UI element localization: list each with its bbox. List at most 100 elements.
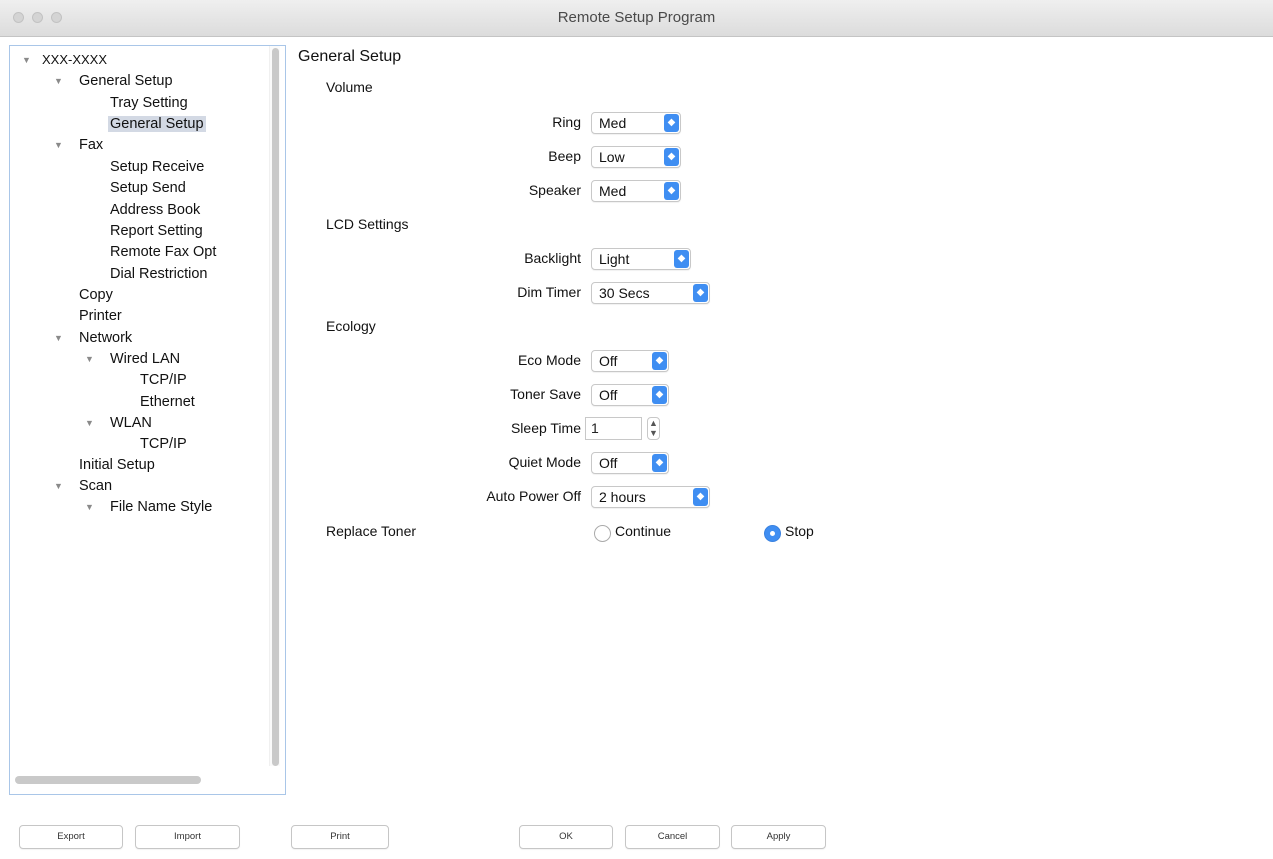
disclosure-triangle-icon[interactable]: ▼ (85, 498, 94, 516)
tree-item-setup-send[interactable]: Setup Send (110, 179, 186, 197)
settings-tree[interactable]: ▼ XXX-XXXX ▼ General Setup Tray Setting … (9, 45, 286, 795)
tree-item-report-setting[interactable]: Report Setting (110, 222, 203, 240)
disclosure-triangle-icon[interactable]: ▼ (54, 329, 63, 347)
tree-item-printer[interactable]: Printer (79, 307, 122, 325)
disclosure-triangle-icon[interactable]: ▼ (54, 72, 63, 90)
tree-item-label: Dial Restriction (110, 266, 208, 282)
page-title: General Setup (298, 48, 402, 65)
quiet-mode-label: Quiet Mode (508, 454, 581, 470)
toner-save-select[interactable]: Off ◆ (591, 384, 669, 406)
export-button[interactable]: Export (19, 825, 123, 849)
auto-power-off-label: Auto Power Off (486, 488, 581, 504)
eco-mode-select[interactable]: Off ◆ (591, 350, 669, 372)
dim-timer-value: 30 Secs (599, 285, 650, 301)
tree-item-label: General Setup (108, 116, 206, 132)
disclosure-triangle-icon[interactable]: ▼ (54, 136, 63, 154)
tree-item-label: Ethernet (140, 394, 195, 410)
sleep-time-value: 1 (591, 420, 599, 436)
speaker-label: Speaker (528, 182, 581, 198)
title-bar: Remote Setup Program (0, 0, 1273, 37)
beep-value: Low (599, 149, 625, 165)
ring-select[interactable]: Med ◆ (591, 112, 681, 134)
quiet-mode-select[interactable]: Off ◆ (591, 452, 669, 474)
tree-item-label: Fax (79, 137, 104, 153)
tree-item-tray-setting[interactable]: Tray Setting (110, 94, 188, 112)
tree-item-scan[interactable]: ▼ Scan (54, 477, 112, 495)
radio-continue[interactable] (594, 525, 611, 542)
chevron-up-down-icon: ◆ (664, 148, 679, 166)
tree-item-label: Setup Receive (110, 159, 205, 175)
tree-item-ethernet[interactable]: Ethernet (140, 393, 195, 411)
tree-item-dial-restriction[interactable]: Dial Restriction (110, 265, 208, 283)
radio-continue-label: Continue (615, 523, 672, 539)
quiet-mode-value: Off (599, 455, 618, 471)
backlight-select[interactable]: Light ◆ (591, 248, 691, 270)
tree-item-setup-receive[interactable]: Setup Receive (110, 158, 204, 176)
tree-item-label: Tray Setting (110, 95, 188, 111)
chevron-up-down-icon: ◆ (674, 250, 689, 268)
section-replace-toner: Replace Toner (326, 523, 417, 539)
disclosure-triangle-icon[interactable]: ▼ (85, 414, 94, 432)
tree-item-wired-tcpip[interactable]: TCP/IP (140, 371, 187, 389)
tree-item-label: Network (79, 330, 133, 346)
tree-item-label: Copy (79, 287, 113, 303)
ring-label: Ring (552, 114, 581, 130)
tree-item-label: TCP/IP (140, 372, 187, 388)
print-button[interactable]: Print (291, 825, 389, 849)
window-title: Remote Setup Program (557, 9, 716, 26)
tree-item-fax[interactable]: ▼ Fax (54, 136, 103, 154)
tree-item-remote-fax-opt[interactable]: Remote Fax Opt (110, 243, 216, 261)
disclosure-triangle-icon[interactable]: ▼ (54, 477, 63, 495)
beep-label: Beep (548, 148, 581, 164)
tree-item-device[interactable]: ▼ XXX-XXXX (22, 51, 107, 69)
tree-item-label: Wired LAN (110, 351, 181, 367)
tree-item-copy[interactable]: Copy (79, 286, 113, 304)
tree-item-network[interactable]: ▼ Network (54, 329, 132, 347)
tree-item-wlan[interactable]: ▼ WLAN (85, 414, 152, 432)
import-button[interactable]: Import (135, 825, 240, 849)
tree-item-file-name-style[interactable]: ▼ File Name Style (85, 498, 212, 516)
auto-power-off-select[interactable]: 2 hours ◆ (591, 486, 710, 508)
tree-item-wlan-tcpip[interactable]: TCP/IP (140, 435, 187, 453)
tree-item-label: WLAN (110, 415, 152, 431)
cancel-button[interactable]: Cancel (625, 825, 720, 849)
sleep-time-input[interactable]: 1 (585, 417, 642, 440)
section-lcd-settings: LCD Settings (326, 216, 409, 232)
chevron-up-down-icon: ◆ (693, 284, 708, 302)
disclosure-triangle-icon[interactable]: ▼ (85, 350, 94, 368)
tree-item-wired-lan[interactable]: ▼ Wired LAN (85, 350, 180, 368)
tree-item-label: Printer (79, 308, 122, 324)
dim-timer-label: Dim Timer (517, 284, 581, 300)
beep-select[interactable]: Low ◆ (591, 146, 681, 168)
tree-item-label: Setup Send (110, 180, 186, 196)
dim-timer-select[interactable]: 30 Secs ◆ (591, 282, 710, 304)
eco-mode-label: Eco Mode (517, 352, 581, 368)
tree-item-address-book[interactable]: Address Book (110, 201, 200, 219)
section-volume: Volume (326, 79, 373, 95)
chevron-up-down-icon: ◆ (652, 386, 667, 404)
section-ecology: Ecology (326, 318, 376, 334)
disclosure-triangle-icon[interactable]: ▼ (22, 51, 31, 69)
tree-item-label: TCP/IP (140, 436, 187, 452)
vertical-scroll-thumb[interactable] (272, 48, 279, 766)
chevron-up-down-icon: ◆ (664, 182, 679, 200)
radio-stop[interactable] (764, 525, 781, 542)
tree-item-label: Scan (79, 478, 113, 494)
tree-item-label: XXX-XXXX (42, 52, 108, 67)
chevron-up-down-icon: ◆ (693, 488, 708, 506)
eco-mode-value: Off (599, 353, 618, 369)
horizontal-scroll-thumb[interactable] (15, 776, 201, 784)
tree-item-general-setup[interactable]: ▼ General Setup (54, 72, 173, 90)
apply-button[interactable]: Apply (731, 825, 826, 849)
horizontal-scrollbar[interactable] (10, 773, 272, 785)
tree-item-general-setup-selected[interactable]: General Setup (108, 115, 206, 133)
toner-save-label: Toner Save (510, 386, 581, 402)
sleep-time-stepper[interactable]: ▲ ▼ (647, 417, 660, 440)
radio-stop-label: Stop (785, 523, 814, 539)
tree-item-initial-setup[interactable]: Initial Setup (79, 456, 155, 474)
tree-item-label: Remote Fax Opt (110, 244, 217, 260)
speaker-select[interactable]: Med ◆ (591, 180, 681, 202)
vertical-scrollbar[interactable] (269, 46, 280, 766)
ok-button[interactable]: OK (519, 825, 613, 849)
sleep-time-label: Sleep Time (510, 420, 581, 436)
